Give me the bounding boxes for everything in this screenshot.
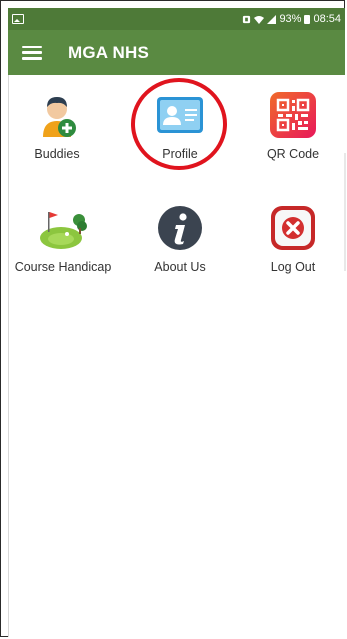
- battery-percent: 93%: [279, 13, 302, 25]
- battery-icon: [304, 14, 311, 24]
- signal-icon: [267, 14, 277, 24]
- info-icon: [156, 204, 204, 252]
- tile-log-out[interactable]: Log Out: [237, 204, 347, 274]
- alarm-icon: [243, 15, 251, 23]
- tile-course-handicap[interactable]: Course Handicap: [7, 204, 119, 274]
- tile-about-us[interactable]: About Us: [124, 204, 236, 274]
- app-title: MGA NHS: [68, 42, 150, 62]
- qr-code-icon: [269, 91, 317, 139]
- tile-buddies[interactable]: Buddies: [1, 91, 113, 161]
- logout-icon: [269, 204, 317, 252]
- gallery-notification-icon: [12, 14, 24, 24]
- wifi-icon: [254, 15, 265, 24]
- hamburger-menu-icon[interactable]: [22, 45, 42, 60]
- golf-course-icon: [39, 204, 87, 252]
- highlight-annotation: [131, 78, 227, 170]
- add-buddy-icon: [33, 91, 81, 139]
- app-bar: MGA NHS: [8, 30, 345, 75]
- status-bar: 93% 08:54: [8, 8, 345, 30]
- tile-label: Log Out: [270, 260, 316, 274]
- tile-label: About Us: [154, 260, 206, 274]
- tile-label: Course Handicap: [14, 260, 112, 274]
- tile-label: Buddies: [34, 147, 80, 161]
- clock: 08:54: [313, 13, 341, 25]
- tile-qr-code[interactable]: QR Code: [237, 91, 347, 161]
- tile-label: QR Code: [266, 147, 320, 161]
